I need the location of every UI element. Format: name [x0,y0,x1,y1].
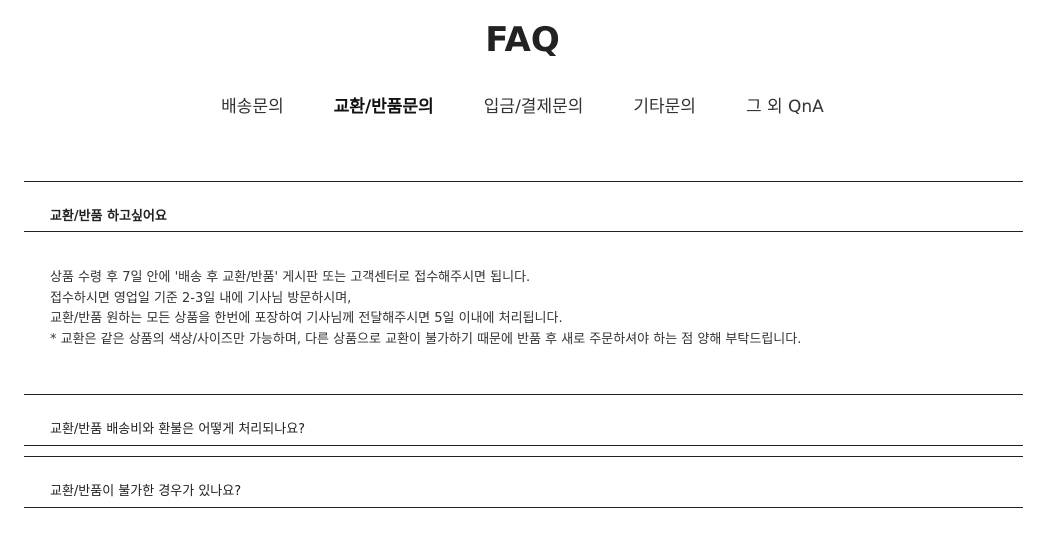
faq-question-toggle[interactable]: 교환/반품 배송비와 환불은 어떻게 처리되나요? [24,395,1023,445]
tab-exchange-return[interactable]: 교환/반품문의 [309,94,459,120]
tab-shipping[interactable]: 배송문의 [196,94,309,120]
tab-other[interactable]: 기타문의 [608,94,721,120]
faq-answer-line: * 교환은 같은 상품의 색상/사이즈만 가능하며, 다른 상품으로 교환이 불… [50,331,802,347]
faq-item: 교환/반품 하고싶어요 상품 수령 후 7일 안에 '배송 후 교환/반품' 게… [24,181,1023,394]
faq-question-toggle[interactable]: 교환/반품이 불가한 경우가 있나요? [24,457,1023,507]
page-title: FAQ [485,20,560,60]
faq-answer-line: 접수하시면 영업일 기준 2-3일 내에 기사님 방문하시며, [50,290,352,306]
faq-question-toggle[interactable]: 교환/반품 하고싶어요 [24,182,1023,232]
faq-answer: 상품 수령 후 7일 안에 '배송 후 교환/반품' 게시판 또는 고객센터로 … [24,232,1023,394]
faq-item: 교환/반품이 불가한 경우가 있나요? [24,456,1023,508]
faq-category-tabs: 배송문의 교환/반품문의 입금/결제문의 기타문의 그 외 QnA [0,94,1045,120]
faq-item: 교환/반품 배송비와 환불은 어떻게 처리되나요? [24,394,1023,446]
faq-answer-line: 교환/반품 원하는 모든 상품을 한번에 포장하여 기사님께 전달해주시면 5일… [50,311,563,326]
faq-answer-line: 상품 수령 후 7일 안에 '배송 후 교환/반품' 게시판 또는 고객센터로 … [50,270,531,285]
tab-etc-qna[interactable]: 그 외 QnA [721,94,849,120]
faq-list: 교환/반품 하고싶어요 상품 수령 후 7일 안에 '배송 후 교환/반품' 게… [24,181,1023,508]
tab-payment[interactable]: 입금/결제문의 [459,94,609,120]
